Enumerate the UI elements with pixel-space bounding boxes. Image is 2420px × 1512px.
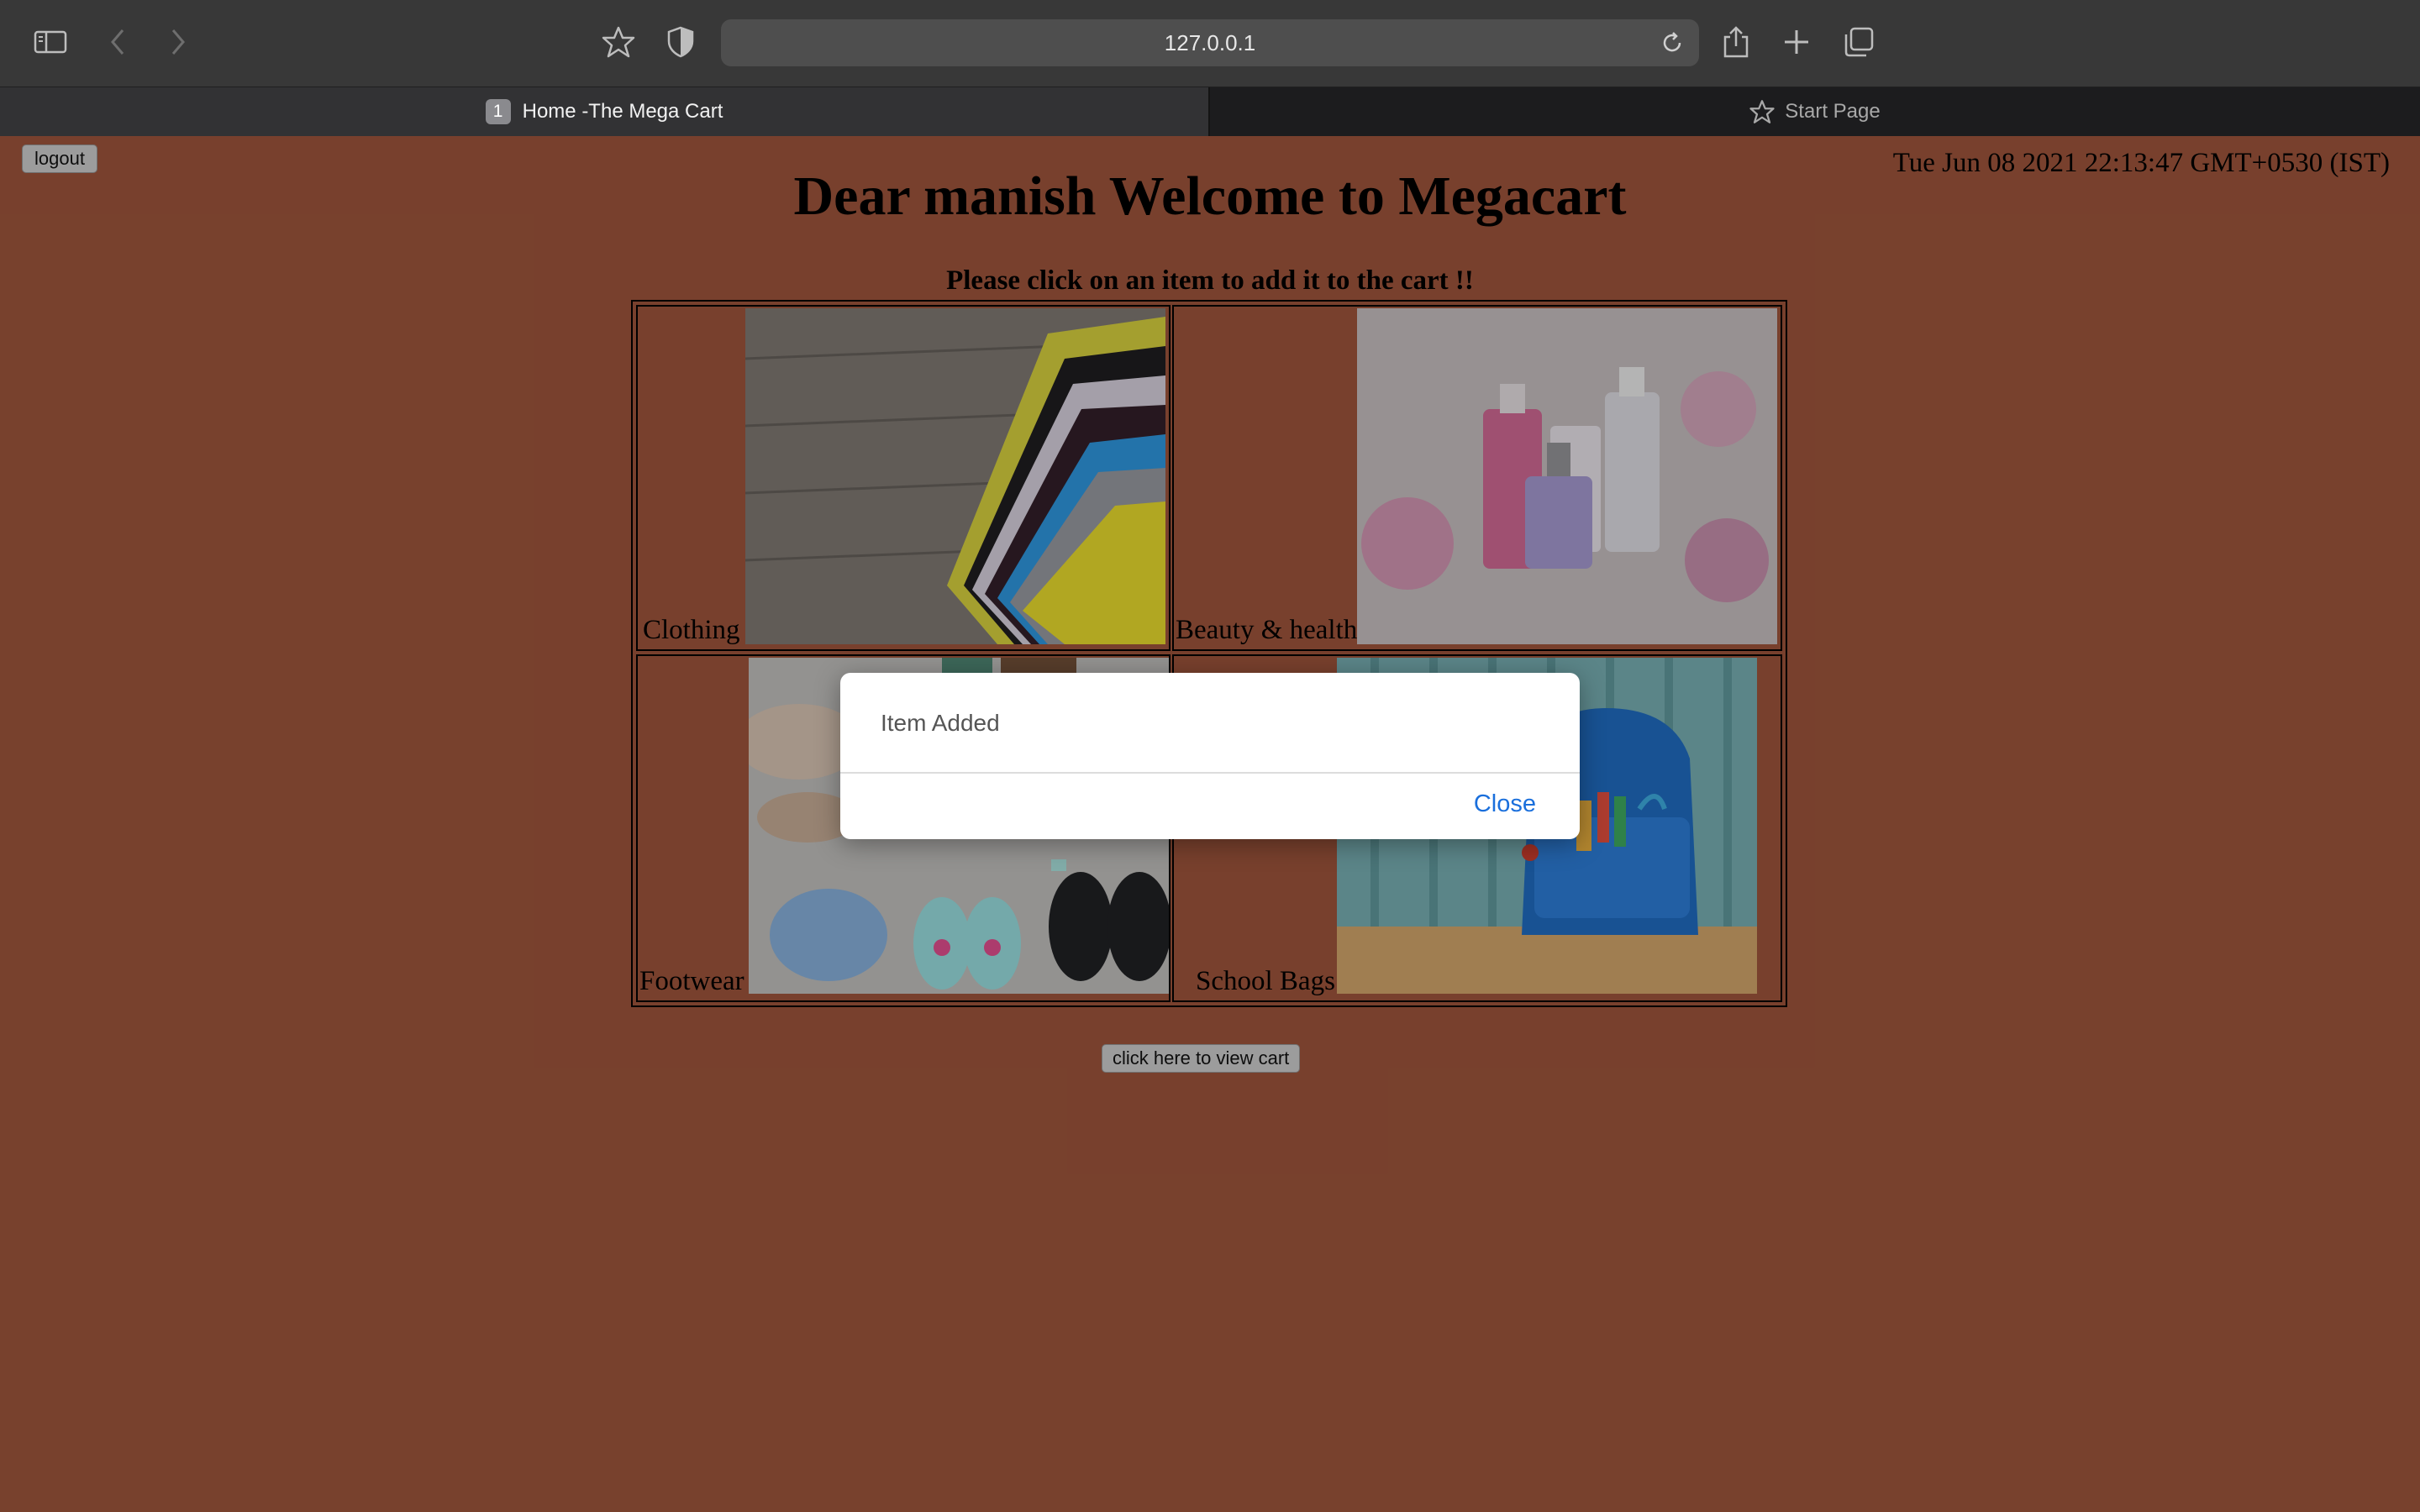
address-bar[interactable]: 127.0.0.1 — [721, 19, 1699, 66]
tab-label: Home -The Mega Cart — [522, 100, 723, 123]
reload-icon[interactable] — [1655, 26, 1689, 60]
star-icon — [1749, 99, 1775, 124]
tab-overview-icon[interactable] — [1840, 24, 1877, 60]
alert-divider — [840, 772, 1580, 774]
tab-bar: 1 Home -The Mega Cart Start Page — [0, 87, 2420, 136]
tab-label: Start Page — [1785, 100, 1881, 123]
back-icon[interactable] — [99, 24, 136, 60]
tab-start-page[interactable]: Start Page — [1210, 87, 2420, 136]
close-button[interactable]: Close — [1474, 790, 1536, 818]
tab-home-mega-cart[interactable]: 1 Home -The Mega Cart — [0, 87, 1210, 136]
browser-toolbar: 127.0.0.1 — [0, 0, 2420, 87]
privacy-shield-icon[interactable] — [662, 24, 699, 60]
share-icon[interactable] — [1718, 24, 1754, 60]
bookmark-star-icon[interactable] — [600, 24, 637, 60]
forward-icon[interactable] — [160, 24, 197, 60]
alert-dialog: Item Added Close — [840, 673, 1580, 839]
address-text: 127.0.0.1 — [1164, 29, 1256, 55]
tab-number-badge: 1 — [485, 99, 511, 124]
sidebar-icon[interactable] — [32, 24, 69, 60]
new-tab-icon[interactable] — [1778, 24, 1815, 60]
alert-message: Item Added — [881, 710, 1000, 736]
